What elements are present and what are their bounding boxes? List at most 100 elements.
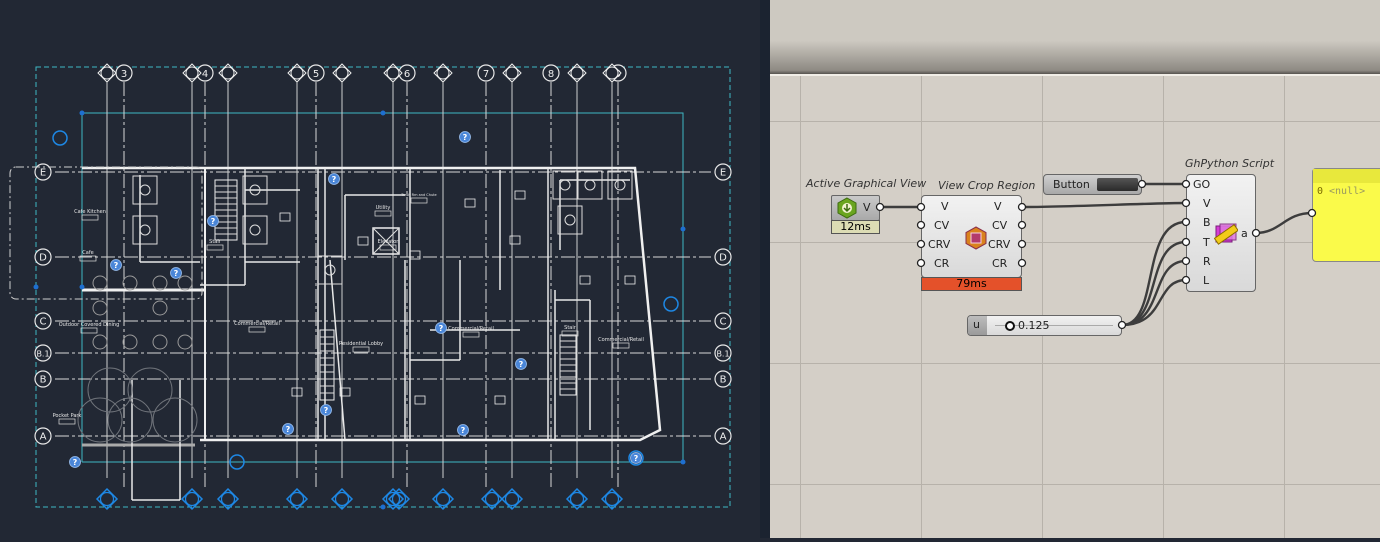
slider-knob[interactable]	[1005, 321, 1015, 331]
room-label[interactable]: Outdoor Covered Dining	[59, 322, 120, 328]
door-tag[interactable]	[414, 395, 426, 405]
question-mark-icon: ?	[286, 425, 291, 434]
output-v[interactable]: V	[863, 201, 871, 214]
input-b[interactable]: B	[1203, 216, 1211, 229]
crop-grip[interactable]	[33, 284, 39, 290]
table	[92, 334, 108, 350]
restroom-fixture	[132, 215, 158, 245]
annotation-crop[interactable]	[81, 112, 684, 463]
room-label[interactable]: Stair	[209, 239, 222, 245]
restroom-fixture	[132, 175, 158, 205]
active-view-icon	[837, 197, 857, 219]
tree-canopy	[127, 367, 173, 413]
room-label[interactable]: Commercial/Retail	[234, 321, 280, 327]
fixture	[249, 224, 261, 236]
door-tag[interactable]	[494, 395, 506, 405]
room-label[interactable]: Pocket Park	[53, 413, 82, 419]
input-v[interactable]: V	[1203, 197, 1211, 210]
crop-grip[interactable]	[380, 110, 386, 116]
room-label[interactable]: Elevator	[378, 239, 400, 245]
wire-crop-to-python-v	[1021, 201, 1187, 209]
grid-label: C	[720, 317, 727, 328]
section-marker-head	[435, 491, 451, 507]
input-crv[interactable]: CRV	[928, 238, 950, 251]
grid-label: 8	[548, 69, 554, 80]
panel[interactable]: 0 <null>	[1312, 168, 1380, 262]
table	[92, 275, 108, 291]
grid-label: A	[720, 432, 727, 443]
output-crv[interactable]: CRV	[988, 238, 1010, 251]
question-mark-icon: ?	[461, 426, 466, 435]
elevation-marker[interactable]	[52, 130, 68, 146]
grasshopper-canvas[interactable]: Active Graphical View V 12ms View Crop R…	[770, 0, 1380, 538]
door-tag[interactable]	[409, 250, 421, 260]
input-cv[interactable]: CV	[934, 219, 949, 232]
panel-value: <null>	[1329, 186, 1366, 197]
question-mark-icon: ?	[439, 324, 444, 333]
room-number-box	[374, 210, 392, 217]
door-tag[interactable]	[624, 275, 636, 285]
output-cv[interactable]: CV	[992, 219, 1007, 232]
input-l[interactable]: L	[1203, 274, 1209, 287]
question-mark-icon: ?	[114, 261, 119, 270]
question-mark-icon: ?	[73, 458, 78, 467]
tree-canopy	[87, 367, 133, 413]
python-component[interactable]: GO V B T R L a	[1186, 174, 1256, 292]
room-label[interactable]: Stair	[564, 325, 577, 331]
revit-floor-plan-view[interactable]: EEDDCCB.1B.1BBAA3456789Cafe KitchenCafeS…	[0, 0, 760, 538]
section-marker-head	[289, 491, 305, 507]
crop-grip[interactable]	[380, 504, 386, 510]
button-press-area[interactable]	[1097, 178, 1138, 191]
grid-label: 7	[483, 69, 489, 80]
section-marker-head	[220, 491, 236, 507]
door-tag[interactable]	[357, 236, 369, 246]
section-marker-head	[504, 491, 520, 507]
number-slider[interactable]: u 0.125	[967, 315, 1122, 336]
active-view-component[interactable]: V	[831, 195, 880, 221]
fixture	[139, 184, 151, 196]
wire-python-to-panel	[1255, 211, 1313, 235]
question-mark-icon: ?	[211, 217, 216, 226]
room-number-box	[410, 197, 428, 204]
door-tag[interactable]	[464, 198, 476, 208]
grid-label: E	[720, 168, 726, 179]
grid-label: 4	[202, 69, 208, 80]
crop-grip[interactable]	[680, 226, 686, 232]
section-marker-head	[569, 491, 585, 507]
interior-wall	[329, 259, 346, 441]
room-number-box	[81, 214, 99, 221]
output-v[interactable]: V	[994, 200, 1002, 213]
input-go[interactable]: GO	[1193, 178, 1210, 191]
crop-region-component[interactable]: V CV CRV CR V CV CRV CR	[921, 195, 1022, 278]
output-a[interactable]: a	[1241, 227, 1248, 240]
button-component[interactable]: Button	[1043, 174, 1142, 195]
input-cr[interactable]: CR	[934, 257, 949, 270]
input-t[interactable]: T	[1203, 236, 1210, 249]
room-label[interactable]: Commercial/Retail	[598, 337, 644, 343]
input-r[interactable]: R	[1203, 255, 1211, 268]
crop-grip[interactable]	[79, 110, 85, 116]
input-v[interactable]: V	[941, 200, 949, 213]
elevation-marker[interactable]	[663, 296, 679, 312]
room-number-box	[462, 331, 480, 338]
table	[177, 275, 193, 291]
wire-slider-to-l	[1121, 278, 1187, 327]
crop-grip[interactable]	[680, 459, 686, 465]
door-tag[interactable]	[279, 212, 291, 222]
grid-label: B.1	[36, 350, 49, 359]
room-label[interactable]: Cafe	[82, 250, 93, 256]
button-label: Button	[1053, 178, 1090, 191]
output-cr[interactable]: CR	[992, 257, 1007, 270]
door-tag[interactable]	[514, 190, 526, 200]
room-label[interactable]: Cafe Kitchen	[74, 209, 106, 215]
section-marker-head	[484, 491, 500, 507]
crop-grip[interactable]	[79, 284, 85, 290]
door-tag[interactable]	[579, 275, 591, 285]
room-label[interactable]: Commercial/Retail	[448, 326, 494, 332]
fixture	[139, 224, 151, 236]
room-label[interactable]: Trash Rm and Chute	[400, 193, 436, 197]
question-mark-icon: ?	[463, 133, 468, 142]
room-label[interactable]: Residential Lobby	[339, 341, 383, 347]
pane-divider[interactable]	[760, 0, 770, 538]
room-label[interactable]: Utility	[376, 205, 391, 211]
